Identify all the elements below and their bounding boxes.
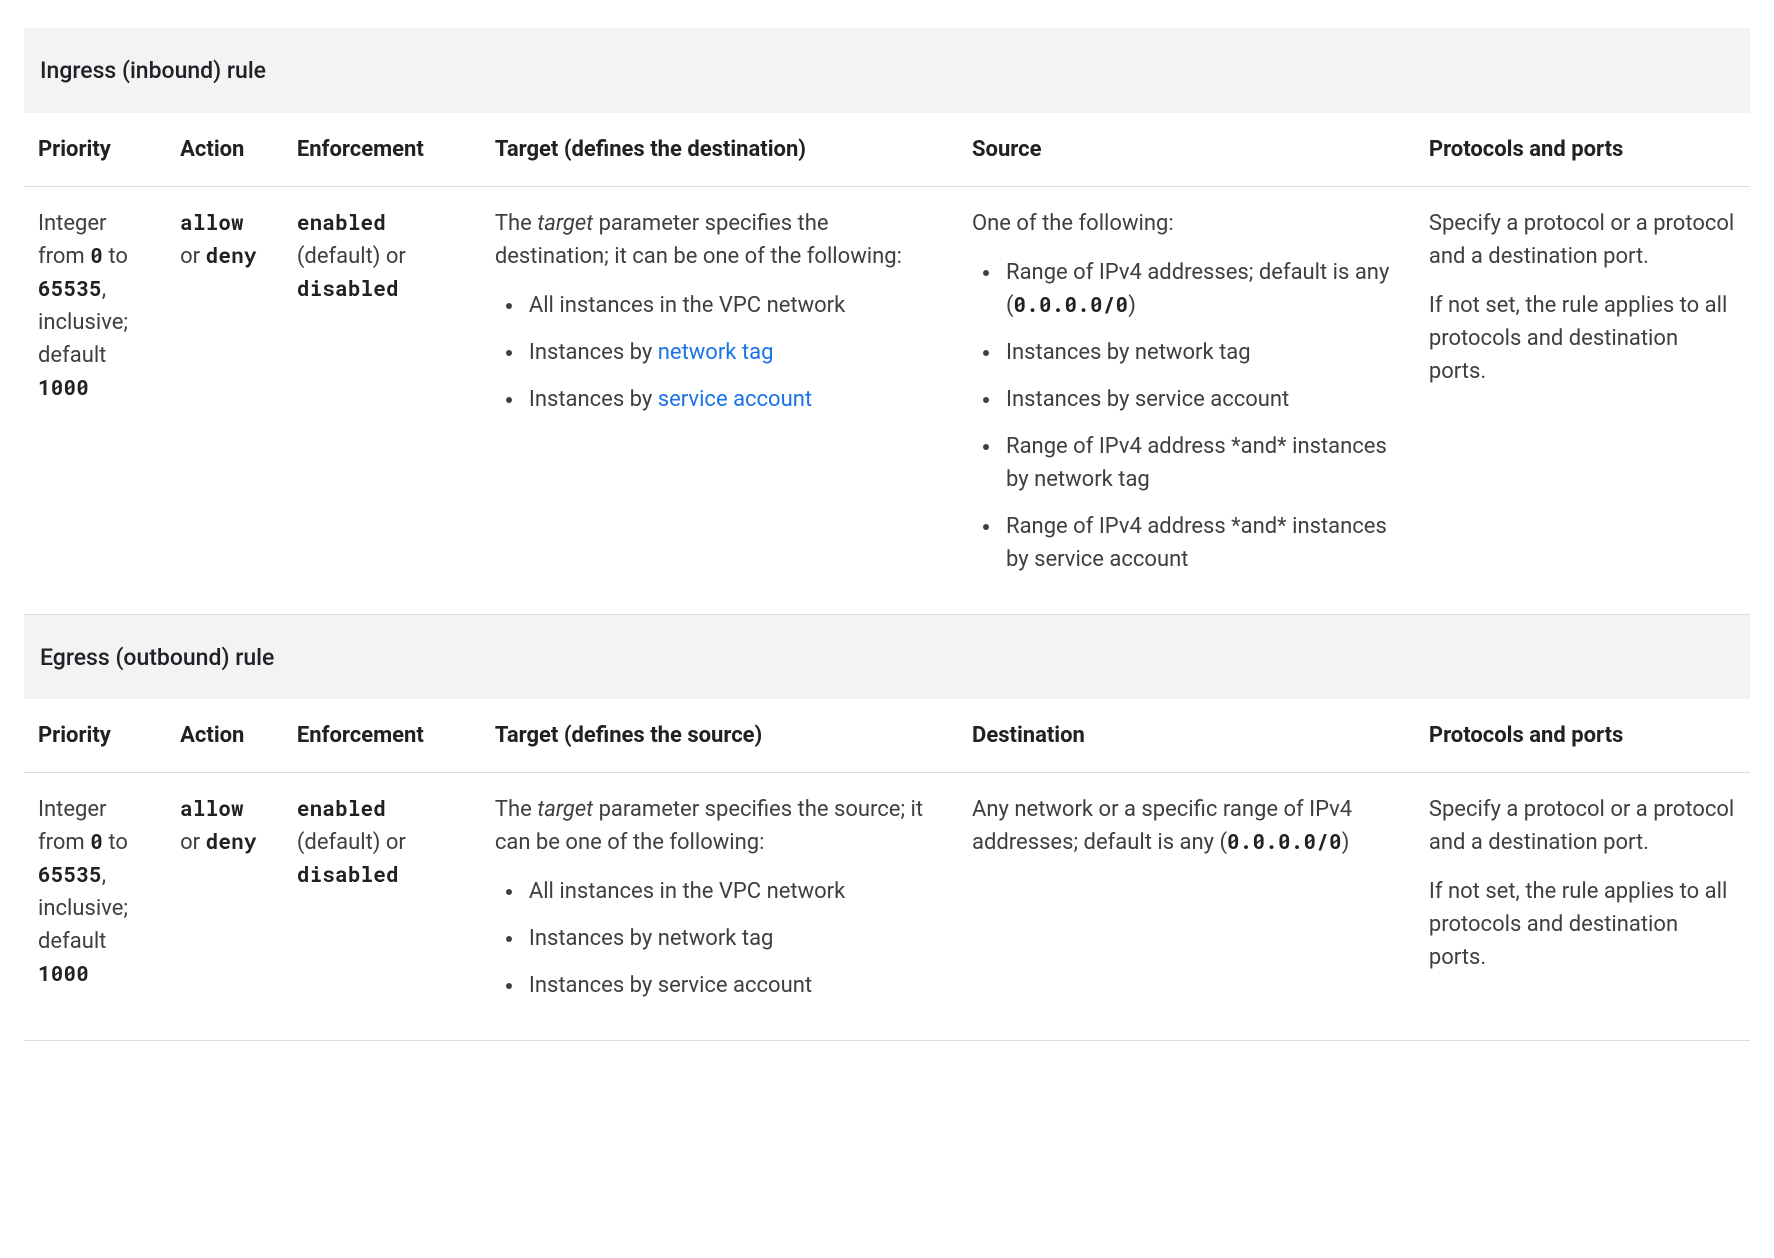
- action-allow: allow: [180, 794, 244, 822]
- source-network-tag: Instances by network tag: [1002, 336, 1401, 369]
- target-italic: target: [537, 797, 593, 822]
- col-priority: Priority: [24, 699, 166, 773]
- col-destination: Destination: [958, 699, 1415, 773]
- col-target: Target (defines the destination): [481, 113, 958, 187]
- target-network-tag: Instances by network tag: [525, 922, 944, 955]
- col-target: Target (defines the source): [481, 699, 958, 773]
- priority-max: 65535: [38, 274, 102, 302]
- priority-default: 1000: [38, 959, 89, 987]
- col-source: Source: [958, 113, 1415, 187]
- target-network-tag: Instances by network tag: [525, 336, 944, 369]
- target-service-account: Instances by service account: [525, 383, 944, 416]
- source-ipv4-default: 0.0.0.0/0: [1014, 290, 1129, 318]
- enforcement-enabled: enabled: [297, 208, 386, 236]
- enforcement-disabled: disabled: [297, 274, 399, 302]
- protocols-p1: Specify a protocol or a protocol and a d…: [1429, 207, 1736, 273]
- ingress-priority-cell: Integer from 0 to 65535, inclusive; defa…: [24, 186, 166, 614]
- priority-default: 1000: [38, 373, 89, 401]
- ingress-row: Integer from 0 to 65535, inclusive; defa…: [24, 186, 1750, 614]
- action-deny: deny: [206, 241, 257, 269]
- col-protocols: Protocols and ports: [1415, 113, 1750, 187]
- egress-target-cell: The target parameter specifies the sourc…: [481, 773, 958, 1041]
- priority-min: 0: [90, 241, 103, 269]
- destination-default: 0.0.0.0/0: [1227, 827, 1342, 855]
- protocols-p1: Specify a protocol or a protocol and a d…: [1429, 793, 1736, 859]
- priority-min: 0: [90, 827, 103, 855]
- priority-max: 65535: [38, 860, 102, 888]
- protocols-p2: If not set, the rule applies to all prot…: [1429, 289, 1736, 388]
- col-action: Action: [166, 699, 283, 773]
- egress-protocols-cell: Specify a protocol or a protocol and a d…: [1415, 773, 1750, 1041]
- service-account-link[interactable]: service account: [658, 387, 812, 412]
- source-ipv4: Range of IPv4 addresses; default is any …: [1002, 256, 1401, 322]
- ingress-title-row: Ingress (inbound) rule: [24, 28, 1750, 113]
- ingress-source-cell: One of the following: Range of IPv4 addr…: [958, 186, 1415, 614]
- firewall-rules-table: Ingress (inbound) rule Priority Action E…: [24, 28, 1750, 1041]
- ingress-target-cell: The target parameter specifies the desti…: [481, 186, 958, 614]
- enforcement-disabled: disabled: [297, 860, 399, 888]
- enforcement-enabled: enabled: [297, 794, 386, 822]
- ingress-title: Ingress (inbound) rule: [24, 28, 1750, 113]
- source-intro: One of the following:: [972, 207, 1401, 240]
- col-enforcement: Enforcement: [283, 699, 481, 773]
- ingress-source-list: Range of IPv4 addresses; default is any …: [972, 256, 1401, 576]
- source-ipv4-and-tag: Range of IPv4 address *and* instances by…: [1002, 430, 1401, 496]
- target-service-account: Instances by service account: [525, 969, 944, 1002]
- egress-enforcement-cell: enabled (default) or disabled: [283, 773, 481, 1041]
- source-ipv4-and-sa: Range of IPv4 address *and* instances by…: [1002, 510, 1401, 576]
- col-protocols: Protocols and ports: [1415, 699, 1750, 773]
- target-all-instances: All instances in the VPC network: [525, 289, 944, 322]
- target-italic: target: [537, 211, 593, 236]
- ingress-action-cell: allow or deny: [166, 186, 283, 614]
- ingress-protocols-cell: Specify a protocol or a protocol and a d…: [1415, 186, 1750, 614]
- egress-action-cell: allow or deny: [166, 773, 283, 1041]
- col-action: Action: [166, 113, 283, 187]
- egress-destination-cell: Any network or a specific range of IPv4 …: [958, 773, 1415, 1041]
- target-all-instances: All instances in the VPC network: [525, 875, 944, 908]
- source-service-account: Instances by service account: [1002, 383, 1401, 416]
- action-allow: allow: [180, 208, 244, 236]
- network-tag-link[interactable]: network tag: [658, 340, 774, 365]
- col-enforcement: Enforcement: [283, 113, 481, 187]
- ingress-enforcement-cell: enabled (default) or disabled: [283, 186, 481, 614]
- col-priority: Priority: [24, 113, 166, 187]
- egress-row: Integer from 0 to 65535, inclusive; defa…: [24, 773, 1750, 1041]
- egress-priority-cell: Integer from 0 to 65535, inclusive; defa…: [24, 773, 166, 1041]
- egress-title-row: Egress (outbound) rule: [24, 614, 1750, 699]
- egress-title: Egress (outbound) rule: [24, 614, 1750, 699]
- action-deny: deny: [206, 827, 257, 855]
- ingress-column-headers: Priority Action Enforcement Target (defi…: [24, 113, 1750, 187]
- ingress-target-list: All instances in the VPC network Instanc…: [495, 289, 944, 416]
- protocols-p2: If not set, the rule applies to all prot…: [1429, 875, 1736, 974]
- egress-target-list: All instances in the VPC network Instanc…: [495, 875, 944, 1002]
- egress-column-headers: Priority Action Enforcement Target (defi…: [24, 699, 1750, 773]
